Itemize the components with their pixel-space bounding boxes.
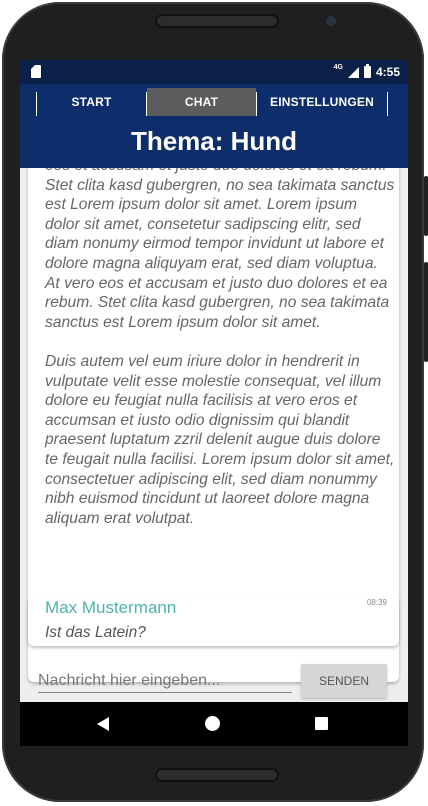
earpiece-speaker <box>155 14 279 28</box>
status-bar: 4G 4:55 <box>20 60 408 84</box>
chat-message-list[interactable]: eos et accusam et justo duo dolores et e… <box>20 168 408 702</box>
message-time: 08:39 <box>366 598 387 607</box>
volume-button <box>424 262 428 362</box>
page-title: Thema: Hund <box>130 126 298 156</box>
app-bar: START CHAT EINSTELLUNGEN Thema: Hund <box>20 84 408 168</box>
tab-bar: START CHAT EINSTELLUNGEN <box>20 88 408 116</box>
message-text: Ist das Latein? <box>45 624 146 641</box>
recent-apps-icon[interactable] <box>315 717 328 730</box>
tab-divider <box>387 92 388 116</box>
send-button[interactable]: SENDEN <box>301 664 387 698</box>
clock: 4:55 <box>375 65 400 79</box>
tab-start[interactable]: START <box>37 88 146 116</box>
app-screen: 4G 4:55 START CHAT EINSTELLUNGEN Thema: … <box>20 60 408 702</box>
message-input[interactable] <box>38 670 292 693</box>
back-icon[interactable] <box>97 717 109 731</box>
tab-einstellungen[interactable]: EINSTELLUNGEN <box>257 88 387 116</box>
battery-icon <box>363 64 371 78</box>
home-icon[interactable] <box>205 716 220 731</box>
message-composer: SENDEN <box>20 662 408 702</box>
tab-chat[interactable]: CHAT <box>147 88 256 116</box>
navigation-bar <box>20 702 408 746</box>
bottom-speaker <box>155 768 279 782</box>
sim-card-icon <box>31 65 41 78</box>
network-type: 4G <box>333 63 343 71</box>
power-button <box>424 176 428 236</box>
front-camera <box>326 16 336 26</box>
message-text: eos et accusam et justo duo dolores et e… <box>45 168 395 527</box>
message-sender: Max Mustermann <box>45 598 177 617</box>
signal-icon <box>347 66 359 78</box>
message-card: Max Mustermann 08:39 Ist das Latein? <box>28 596 399 646</box>
